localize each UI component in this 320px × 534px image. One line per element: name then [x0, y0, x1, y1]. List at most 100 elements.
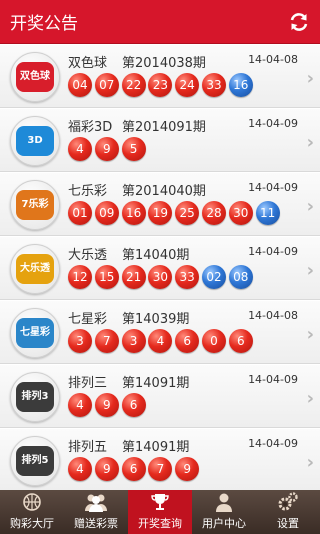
tab-basketball[interactable]: 购彩大厅	[0, 490, 64, 534]
red-ball: 4	[68, 457, 92, 481]
tab-label: 购彩大厅	[10, 517, 54, 530]
ball-list: 3734606	[68, 329, 256, 353]
issue-number: 第2014040期	[122, 184, 206, 199]
red-ball: 5	[121, 137, 146, 161]
red-ball: 33	[201, 73, 226, 97]
lottery-logo-text: 双色球	[16, 62, 54, 92]
red-ball: 30	[228, 201, 253, 225]
lottery-name: 福彩3D	[68, 120, 113, 135]
red-ball: 01	[68, 201, 92, 225]
red-ball: 7	[94, 329, 119, 353]
trophy-icon	[149, 491, 171, 513]
red-ball: 9	[94, 457, 119, 481]
ball-list: 496	[68, 393, 148, 417]
blue-ball: 16	[228, 73, 253, 97]
lottery-logo-text: 七星彩	[16, 318, 54, 348]
issue-number: 第2014038期	[122, 56, 206, 71]
draw-date: 14-04-09	[248, 117, 298, 130]
lottery-row[interactable]: 3D 福彩3D 第2014091期 14-04-09 4 9 5 ›	[0, 108, 320, 172]
red-ball: 6	[175, 329, 200, 353]
red-ball: 15	[94, 265, 119, 289]
lottery-row[interactable]: 7乐彩 七乐彩 第2014040期 14-04-09 01 09 16 19 25 28 30 11 ›	[0, 172, 320, 236]
app-header: 开奖公告	[0, 0, 320, 44]
lottery-name: 大乐透	[68, 248, 108, 263]
tab-user[interactable]: 用户中心	[192, 490, 256, 534]
red-ball: 09	[94, 201, 119, 225]
results-list: 双色球 双色球 第2014038期 14-04-08 04 07 22 23 24 33 16 › 3D…	[0, 44, 320, 490]
refresh-button[interactable]	[286, 9, 312, 35]
blue-ball: 11	[255, 201, 280, 225]
chevron-right-icon: ›	[306, 132, 314, 153]
red-ball: 23	[148, 73, 173, 97]
lottery-row[interactable]: 七星彩 七星彩 第14039期 14-04-08 3 7 3 4 6 0 6 ›	[0, 300, 320, 364]
lottery-name: 七星彩	[68, 312, 108, 327]
red-ball: 6	[121, 393, 146, 417]
lottery-row[interactable]: 双色球 双色球 第2014038期 14-04-08 04 07 22 23 24 33 16 ›	[0, 44, 320, 108]
basketball-icon	[21, 491, 43, 513]
page-title: 开奖公告	[10, 14, 78, 34]
blue-ball: 02	[201, 265, 226, 289]
lottery-row[interactable]: 排列5 排列五 第14091期 14-04-09 4 9 6 7 9 ›	[0, 428, 320, 490]
red-ball: 33	[175, 265, 200, 289]
lottery-row[interactable]: 排列3 排列三 第14091期 14-04-09 4 9 6 ›	[0, 364, 320, 428]
tab-gear[interactable]: 设置	[256, 490, 320, 534]
tab-trophy[interactable]: 开奖查询	[128, 490, 192, 534]
red-ball: 4	[148, 329, 173, 353]
red-ball: 7	[148, 457, 173, 481]
draw-date: 14-04-09	[248, 181, 298, 194]
lottery-logo-text: 大乐透	[16, 254, 54, 284]
users-icon	[83, 491, 109, 513]
ball-list: 04 07 22 23 24 33 16	[68, 73, 256, 97]
red-ball: 24	[175, 73, 200, 97]
red-ball: 3	[68, 329, 92, 353]
red-ball: 28	[201, 201, 226, 225]
refresh-icon	[290, 12, 308, 31]
lottery-name: 排列三	[68, 376, 108, 391]
lottery-name: 七乐彩	[68, 184, 108, 199]
red-ball: 9	[94, 137, 119, 161]
lottery-logo: 七星彩	[10, 308, 60, 358]
chevron-right-icon: ›	[306, 452, 314, 473]
tab-users[interactable]: 赠送彩票	[64, 490, 128, 534]
lottery-name: 排列五	[68, 440, 108, 455]
blue-ball: 08	[228, 265, 253, 289]
draw-date: 14-04-09	[248, 245, 298, 258]
tab-label: 用户中心	[202, 517, 246, 530]
lottery-logo: 7乐彩	[10, 180, 60, 230]
chevron-right-icon: ›	[306, 388, 314, 409]
lottery-logo-text: 排列5	[16, 446, 54, 476]
ball-list: 01 09 16 19 25 28 30 11	[68, 201, 282, 225]
red-ball: 6	[121, 457, 146, 481]
issue-number: 第14091期	[122, 376, 190, 391]
draw-date: 14-04-09	[248, 373, 298, 386]
tab-label: 设置	[277, 517, 299, 530]
issue-number: 第2014091期	[122, 120, 206, 135]
issue-number: 第14039期	[122, 312, 190, 327]
issue-number: 第14091期	[122, 440, 190, 455]
lottery-logo: 排列3	[10, 372, 60, 422]
draw-date: 14-04-08	[248, 53, 298, 66]
lottery-logo: 排列5	[10, 436, 60, 486]
ball-list: 49679	[68, 457, 202, 481]
bottom-tab-bar: 购彩大厅 赠送彩票 开奖查询 用户中心 设置	[0, 490, 320, 534]
red-ball: 3	[121, 329, 146, 353]
red-ball: 21	[121, 265, 146, 289]
red-ball: 07	[94, 73, 119, 97]
red-ball: 19	[148, 201, 173, 225]
draw-date: 14-04-08	[248, 309, 298, 322]
red-ball: 16	[121, 201, 146, 225]
lottery-logo: 大乐透	[10, 244, 60, 294]
red-ball: 0	[201, 329, 226, 353]
draw-date: 14-04-09	[248, 437, 298, 450]
lottery-logo-text: 3D	[16, 126, 54, 156]
red-ball: 04	[68, 73, 92, 97]
lottery-logo-text: 7乐彩	[16, 190, 54, 220]
lottery-row[interactable]: 大乐透 大乐透 第14040期 14-04-09 12 15 21 30 33 02 08 ›	[0, 236, 320, 300]
user-icon	[213, 491, 235, 513]
lottery-logo: 双色球	[10, 52, 60, 102]
chevron-right-icon: ›	[306, 324, 314, 345]
red-ball: 6	[228, 329, 253, 353]
red-ball: 9	[94, 393, 119, 417]
tab-label: 开奖查询	[138, 517, 182, 530]
red-ball: 12	[68, 265, 92, 289]
